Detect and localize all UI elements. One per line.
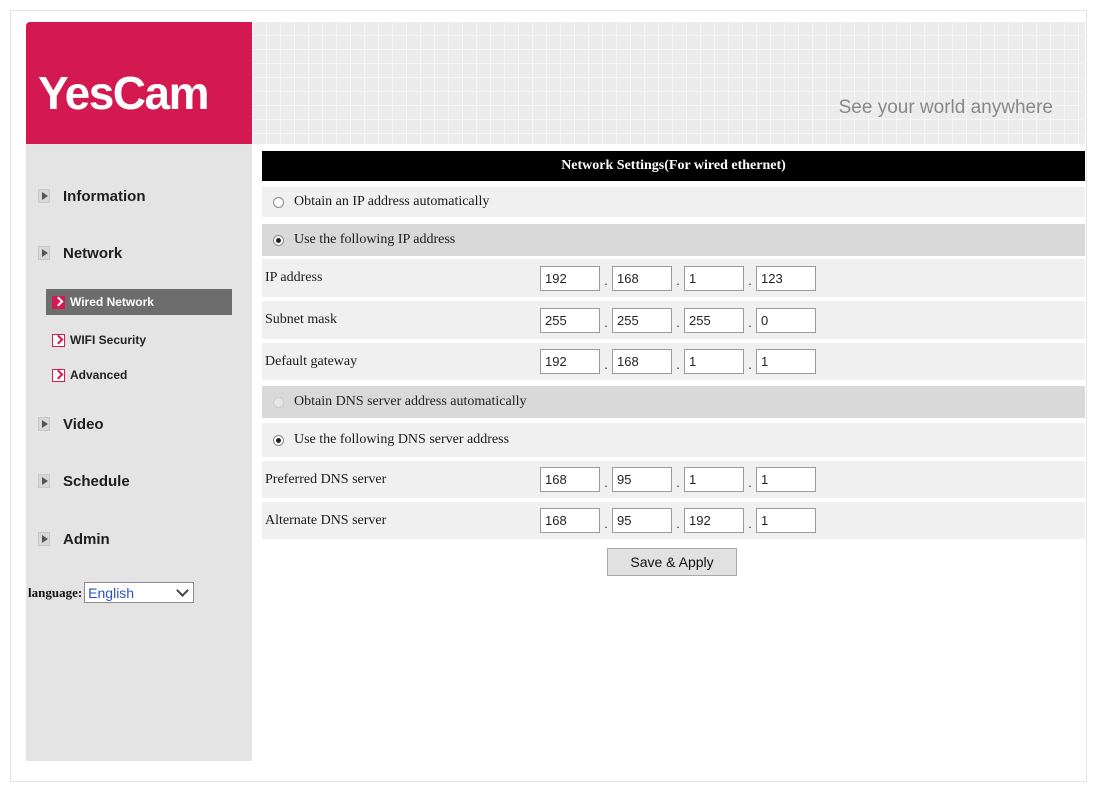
language-select[interactable]: English — [84, 582, 195, 603]
octet-separator: . — [748, 315, 752, 330]
sidebar-item-schedule[interactable]: Schedule — [38, 469, 130, 493]
octet-separator: . — [676, 474, 680, 490]
pdns-octet-2[interactable]: 95 — [612, 467, 672, 492]
adns-octet-3[interactable]: 192 — [684, 508, 744, 533]
triangle-right-icon — [38, 417, 50, 431]
pdns-octet-3[interactable]: 1 — [684, 467, 744, 492]
preferred-dns-label: Preferred DNS server — [265, 471, 387, 487]
chevron-down-icon — [176, 584, 190, 597]
subnet-mask-input: 255 . 255 . 255 . 0 — [540, 307, 816, 333]
ip-auto-radio[interactable] — [273, 196, 284, 208]
ip-manual-row: Use the following IP address — [262, 224, 1085, 256]
triangle-right-icon — [38, 474, 50, 488]
sidebar-item-admin[interactable]: Admin — [38, 527, 110, 551]
sidebar-item-label: Admin — [63, 530, 110, 548]
ip-manual-radio[interactable] — [273, 234, 284, 246]
default-gateway-input: 192 . 168 . 1 . 1 — [540, 349, 816, 374]
octet-separator: . — [748, 515, 752, 531]
save-apply-button[interactable]: Save & Apply — [607, 548, 737, 576]
dns-auto-row: Obtain DNS server address automatically — [262, 386, 1085, 418]
sidebar-item-label: Information — [63, 187, 146, 205]
default-gateway-row: Default gateway 192 . 168 . 1 . 1 — [262, 343, 1085, 380]
ip-octet-4[interactable]: 123 — [756, 265, 816, 291]
octet-separator: . — [604, 474, 608, 490]
triangle-right-icon — [38, 189, 50, 203]
sidebar-subitem-wifi-security[interactable]: WIFI Security — [46, 330, 232, 350]
preferred-dns-input: 168 . 95 . 1 . 1 — [540, 467, 816, 492]
gateway-octet-1[interactable]: 192 — [540, 349, 600, 374]
sidebar-subitem-label: WIFI Security — [70, 333, 147, 347]
ip-manual-label: Use the following IP address — [294, 232, 456, 247]
octet-separator: . — [748, 273, 752, 288]
dns-auto-radio[interactable] — [273, 396, 284, 408]
octet-separator: . — [676, 515, 680, 531]
subnet-octet-2[interactable]: 255 — [612, 307, 672, 333]
octet-separator: . — [676, 315, 680, 330]
octet-separator: . — [676, 273, 680, 288]
tagline: See your world anywhere — [838, 97, 1053, 118]
section-title: Network Settings(For wired ethernet) — [262, 151, 1085, 181]
language-row: language: English — [28, 582, 195, 603]
adns-octet-2[interactable]: 95 — [612, 508, 672, 533]
language-label: language: — [28, 584, 83, 600]
subnet-mask-label: Subnet mask — [265, 312, 337, 327]
subnet-mask-row: Subnet mask 255 . 255 . 255 . 0 — [262, 301, 1085, 339]
dns-manual-radio[interactable] — [273, 434, 284, 446]
pdns-octet-1[interactable]: 168 — [540, 467, 600, 492]
adns-octet-4[interactable]: 1 — [756, 508, 816, 533]
adns-octet-1[interactable]: 168 — [540, 508, 600, 533]
triangle-right-icon — [38, 532, 50, 546]
language-value: English — [88, 584, 135, 601]
ip-address-label: IP address — [265, 270, 323, 285]
sidebar — [26, 144, 252, 761]
arrow-right-icon — [52, 295, 65, 309]
header-band: See your world anywhere — [252, 22, 1085, 144]
octet-separator: . — [604, 273, 608, 288]
ip-octet-1[interactable]: 192 — [540, 265, 600, 291]
triangle-right-icon — [38, 246, 50, 260]
arrow-right-icon — [52, 368, 65, 382]
preferred-dns-row: Preferred DNS server 168 . 95 . 1 . 1 — [262, 461, 1085, 498]
sidebar-subitem-advanced[interactable]: Advanced — [46, 365, 232, 385]
dns-auto-label: Obtain DNS server address automatically — [294, 394, 527, 409]
octet-separator: . — [604, 315, 608, 330]
sidebar-subitem-label: Wired Network — [70, 295, 154, 309]
gateway-octet-4[interactable]: 1 — [756, 349, 816, 374]
alternate-dns-label: Alternate DNS server — [265, 512, 387, 528]
ip-auto-label: Obtain an IP address automatically — [294, 194, 490, 209]
ip-address-row: IP address 192 . 168 . 1 . 123 — [262, 259, 1085, 297]
pdns-octet-4[interactable]: 1 — [756, 467, 816, 492]
alternate-dns-row: Alternate DNS server 168 . 95 . 192 . 1 — [262, 502, 1085, 539]
sidebar-subitem-wired-network[interactable]: Wired Network — [46, 289, 232, 315]
subnet-octet-4[interactable]: 0 — [756, 307, 816, 333]
dns-manual-row: Use the following DNS server address — [262, 423, 1085, 457]
ip-address-input: 192 . 168 . 1 . 123 — [540, 265, 816, 291]
octet-separator: . — [676, 356, 680, 372]
arrow-right-icon — [52, 333, 65, 347]
sidebar-item-network[interactable]: Network — [38, 241, 122, 265]
sidebar-item-label: Schedule — [63, 472, 130, 490]
logo: YesCam — [38, 67, 210, 119]
ip-auto-row: Obtain an IP address automatically — [262, 187, 1085, 217]
sidebar-item-label: Video — [63, 415, 104, 433]
ip-octet-3[interactable]: 1 — [684, 265, 744, 291]
octet-separator: . — [748, 356, 752, 372]
gateway-octet-3[interactable]: 1 — [684, 349, 744, 374]
subnet-octet-3[interactable]: 255 — [684, 307, 744, 333]
sidebar-item-label: Network — [63, 244, 123, 262]
sidebar-item-video[interactable]: Video — [38, 412, 104, 436]
alternate-dns-input: 168 . 95 . 192 . 1 — [540, 508, 816, 533]
ip-octet-2[interactable]: 168 — [612, 265, 672, 291]
sidebar-subitem-label: Advanced — [70, 368, 128, 382]
default-gateway-label: Default gateway — [265, 353, 358, 369]
octet-separator: . — [604, 515, 608, 531]
sidebar-item-information[interactable]: Information — [38, 184, 146, 208]
subnet-octet-1[interactable]: 255 — [540, 307, 600, 333]
octet-separator: . — [604, 356, 608, 372]
gateway-octet-2[interactable]: 168 — [612, 349, 672, 374]
octet-separator: . — [748, 474, 752, 490]
dns-manual-label: Use the following DNS server address — [294, 432, 510, 447]
